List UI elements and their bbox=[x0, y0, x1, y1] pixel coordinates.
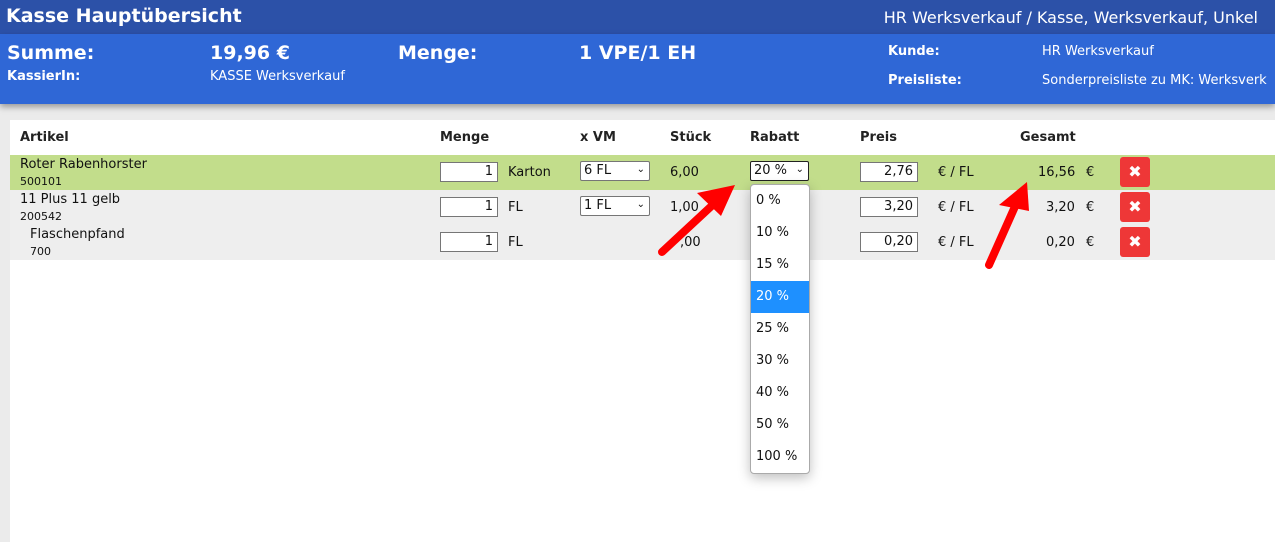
red-arrow-gesamt bbox=[985, 182, 1029, 269]
annotation-arrows bbox=[658, 182, 1029, 269]
red-arrow-rabatt bbox=[658, 185, 735, 256]
